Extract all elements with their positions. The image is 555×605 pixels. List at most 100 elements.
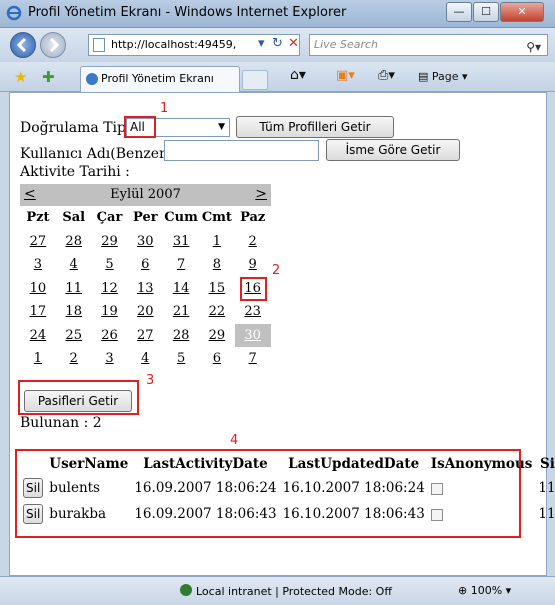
favorites-star-icon[interactable]: ★ <box>14 68 27 86</box>
calendar-day[interactable]: 21 <box>163 300 199 323</box>
address-input[interactable]: http://localhost:49459, <box>88 34 300 56</box>
new-tab-button[interactable] <box>242 70 268 90</box>
back-button[interactable] <box>10 32 36 58</box>
add-favorites-icon[interactable]: ✚ <box>42 68 55 86</box>
get-all-profiles-button[interactable]: Tüm Profilleri Getir <box>236 116 394 138</box>
calendar-day[interactable]: 1 <box>20 347 56 370</box>
callout-number-4: 4 <box>230 433 239 448</box>
column-header: Size <box>539 456 555 472</box>
ie-logo-icon <box>6 5 22 21</box>
calendar-day[interactable]: 29 <box>92 230 128 253</box>
day-of-week: Çar <box>96 210 123 225</box>
calendar-day[interactable]: 8 <box>199 253 235 276</box>
close-window-button[interactable]: ✕ <box>500 2 544 22</box>
forward-button[interactable] <box>40 32 66 58</box>
is-anonymous-checkbox <box>430 508 443 521</box>
size-cell: 1162 <box>538 506 555 522</box>
calendar-day[interactable]: 5 <box>92 253 128 276</box>
calendar-day[interactable]: 31 <box>163 230 199 253</box>
calendar-day[interactable]: 7 <box>163 253 199 276</box>
calendar-grid: Pzt Sal Çar Per Cum Cmt Paz 27 28 29 30 … <box>20 206 271 370</box>
calendar-day[interactable]: 17 <box>20 300 56 323</box>
calendar-day[interactable]: 29 <box>199 324 235 347</box>
calendar-day[interactable]: 26 <box>92 324 128 347</box>
tab-profil[interactable]: Profil Yönetim Ekranı <box>80 66 240 92</box>
calendar-day[interactable]: 13 <box>127 277 163 300</box>
calendar-day[interactable]: 10 <box>20 277 56 300</box>
back-arrow-icon <box>16 37 27 53</box>
table-header-row: UserName LastActivityDate LastUpdatedDat… <box>20 453 555 475</box>
status-zone: Local intranet | Protected Mode: Off <box>180 584 392 598</box>
calendar-day[interactable]: 6 <box>127 253 163 276</box>
callout-number-1: 1 <box>160 101 169 116</box>
calendar-day[interactable]: 25 <box>56 324 92 347</box>
maximize-button[interactable]: ☐ <box>473 2 499 22</box>
address-dropdown-icon[interactable]: ▾ <box>258 36 265 51</box>
page-icon <box>93 38 105 52</box>
next-month-link[interactable]: > <box>255 186 267 202</box>
refresh-icon[interactable]: ↻ <box>272 36 283 51</box>
calendar-day[interactable]: 2 <box>235 230 271 253</box>
calendar-day[interactable]: 24 <box>20 324 56 347</box>
calendar-day[interactable]: 4 <box>127 347 163 370</box>
calendar-day[interactable]: 27 <box>127 324 163 347</box>
calendar-day[interactable]: 5 <box>163 347 199 370</box>
day-of-week: Cmt <box>201 210 232 225</box>
calendar-day[interactable]: 22 <box>199 300 235 323</box>
page-menu-label: Page <box>431 70 459 83</box>
address-toolbar: http://localhost:49459, ▾ ↻ ✕ Live Searc… <box>0 28 555 62</box>
tab-label: Profil Yönetim Ekranı <box>101 72 214 85</box>
calendar-day[interactable]: 28 <box>163 324 199 347</box>
calendar-day[interactable]: 12 <box>92 277 128 300</box>
search-icon[interactable]: ⚲▾ <box>526 37 541 57</box>
calendar-day[interactable]: 9 <box>235 253 271 276</box>
found-count: Bulunan : 2 <box>20 415 102 431</box>
status-zone-text: Local intranet | Protected Mode: Off <box>196 585 392 598</box>
stop-icon[interactable]: ✕ <box>288 36 299 51</box>
calendar-day[interactable]: 1 <box>199 230 235 253</box>
calendar-day-selected[interactable]: 30 <box>234 323 271 347</box>
day-of-week: Sal <box>62 210 86 225</box>
calendar-day[interactable]: 30 <box>127 230 163 253</box>
print-icon[interactable]: ⎙▾ <box>378 68 395 83</box>
calendar-day[interactable]: 4 <box>56 253 92 276</box>
minimize-button[interactable]: — <box>446 2 472 22</box>
calendar-day[interactable]: 15 <box>199 277 235 300</box>
calendar-day[interactable]: 11 <box>56 277 92 300</box>
delete-button[interactable]: Sil <box>23 504 44 524</box>
calendar-day[interactable]: 27 <box>20 230 56 253</box>
calendar-day[interactable]: 2 <box>56 347 92 370</box>
results-table: UserName LastActivityDate LastUpdatedDat… <box>20 453 555 527</box>
calendar-day[interactable]: 7 <box>235 347 271 370</box>
calendar-day[interactable]: 28 <box>56 230 92 253</box>
zoom-level: 100% <box>470 584 503 597</box>
calendar-day[interactable]: 3 <box>20 253 56 276</box>
calendar-day[interactable]: 6 <box>199 347 235 370</box>
day-of-week: Cum <box>164 210 198 225</box>
search-input[interactable]: Live Search ⚲▾ <box>309 34 548 56</box>
day-of-week: Per <box>133 210 158 225</box>
zoom-control[interactable]: ⊕ 100% ▾ <box>458 584 511 597</box>
day-of-week: Pzt <box>26 210 50 225</box>
rss-icon[interactable]: ▣▾ <box>336 68 355 83</box>
calendar-day[interactable]: 19 <box>92 300 128 323</box>
username-cell: bulents <box>49 480 100 496</box>
intranet-globe-icon <box>180 584 192 596</box>
calendar-day[interactable]: 23 <box>235 300 271 323</box>
calendar-day[interactable]: 20 <box>127 300 163 323</box>
home-icon[interactable]: ⌂▾ <box>290 67 306 83</box>
last-updated-cell: 16.10.2007 18:06:43 <box>282 506 425 522</box>
activity-date-label: Aktivite Tarihi : <box>20 164 130 180</box>
status-bar: Local intranet | Protected Mode: Off ⊕ 1… <box>0 576 555 605</box>
title-bar: Profil Yönetim Ekranı - Windows Internet… <box>0 0 555 28</box>
calendar-header: < Eylül 2007 > <box>20 184 271 206</box>
page-menu[interactable]: ▤ Page ▾ <box>418 70 468 83</box>
calendar-day[interactable]: 3 <box>92 347 128 370</box>
calendar-day[interactable]: 18 <box>56 300 92 323</box>
delete-button[interactable]: Sil <box>23 478 44 498</box>
callout-number-3: 3 <box>146 373 155 388</box>
calendar-day[interactable]: 14 <box>163 277 199 300</box>
username-input[interactable] <box>164 140 319 161</box>
table-row: Sil burakba 16.09.2007 18:06:43 16.10.20… <box>20 501 555 527</box>
get-by-name-button[interactable]: İsme Göre Getir <box>326 139 460 161</box>
